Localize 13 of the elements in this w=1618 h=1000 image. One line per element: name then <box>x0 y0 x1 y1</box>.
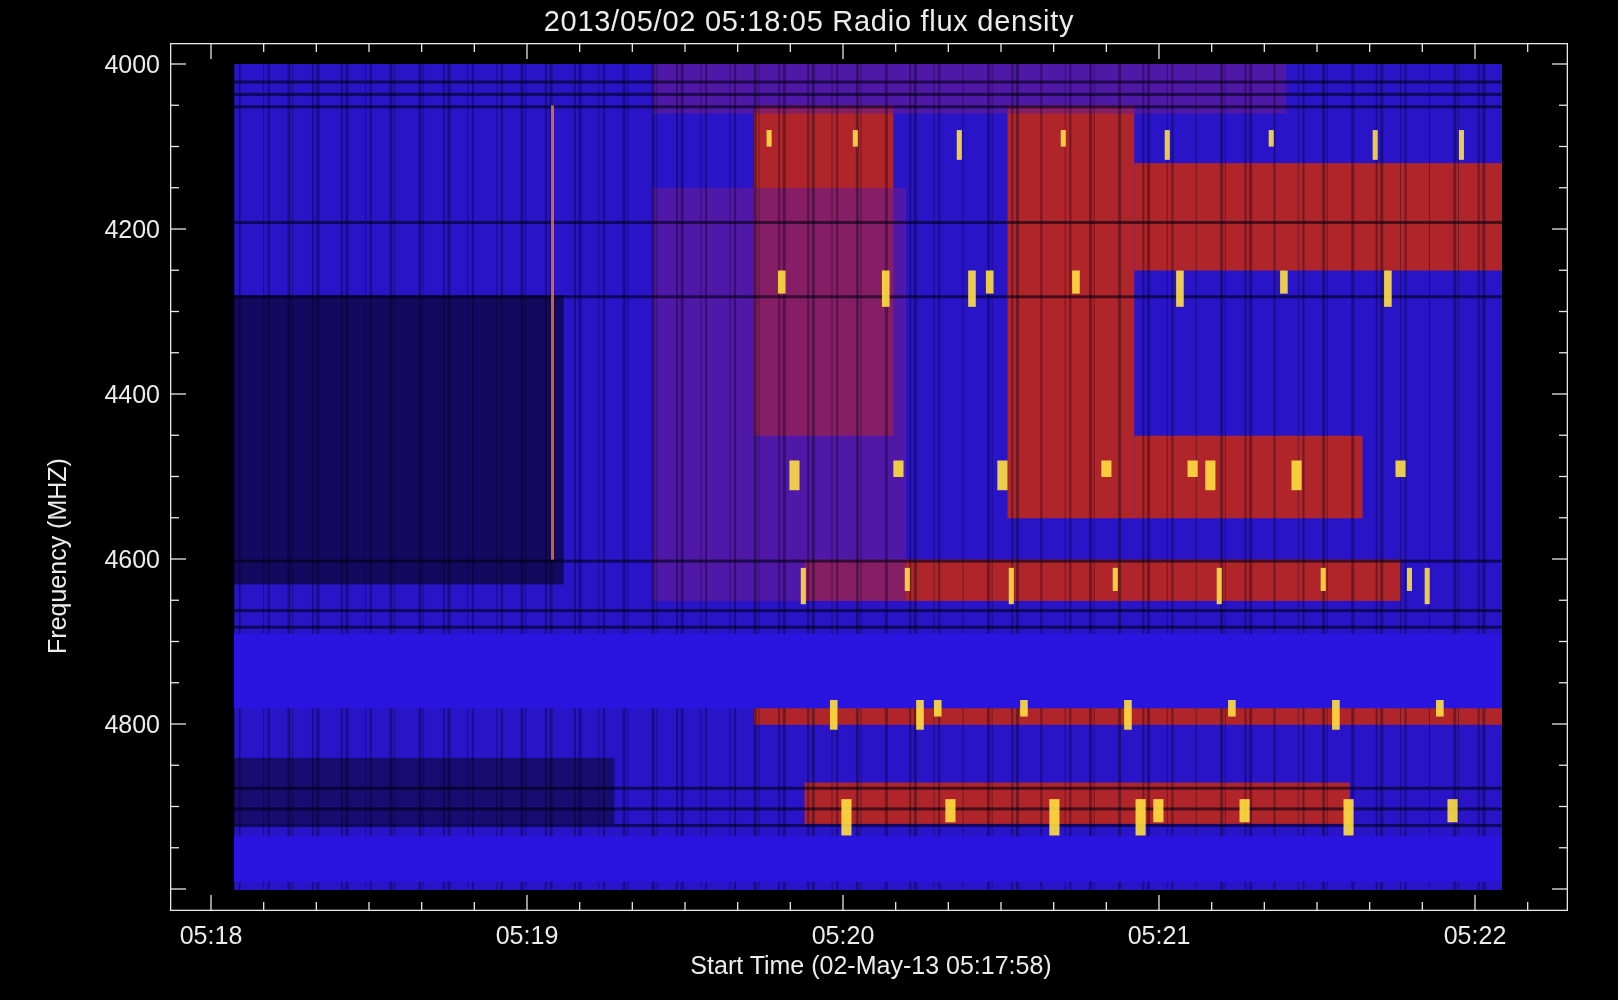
y-tick-label: 4600 <box>103 545 160 573</box>
chart-title: 2013/05/02 05:18:05 Radio flux density <box>543 4 1075 39</box>
y-axis-label: Frequency (MHZ) <box>43 457 71 656</box>
y-tick-label: 4200 <box>103 215 160 243</box>
x-tick-label: 05:20 <box>810 921 876 949</box>
y-tick-label: 4800 <box>103 710 160 738</box>
y-tick-label: 4000 <box>103 50 160 78</box>
y-tick-label: 4400 <box>103 380 160 408</box>
x-tick-label: 05:19 <box>494 921 560 949</box>
x-tick-label: 05:21 <box>1126 921 1192 949</box>
x-axis-label: Start Time (02-May-13 05:17:58) <box>689 951 1053 979</box>
x-tick-label: 05:18 <box>178 921 244 949</box>
x-tick-label: 05:22 <box>1442 921 1508 949</box>
